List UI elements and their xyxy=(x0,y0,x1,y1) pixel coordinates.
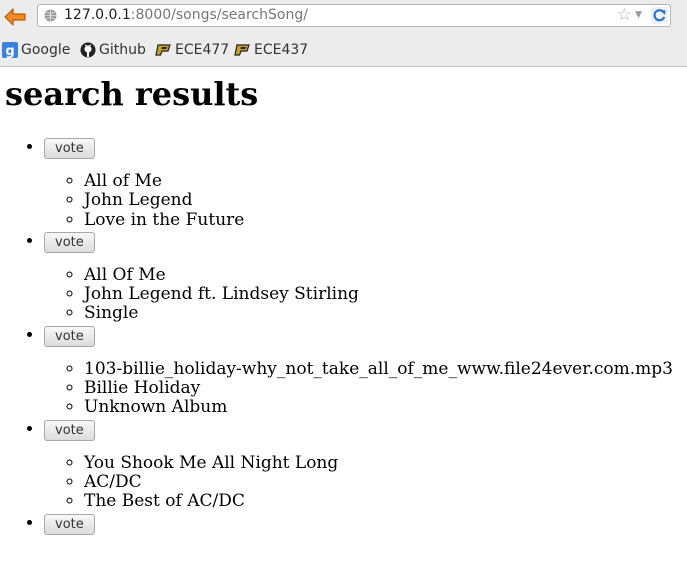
purdue-icon xyxy=(234,44,251,56)
result-item: vote xyxy=(44,512,673,535)
result-item: vote All Of Me John Legend ft. Lindsey S… xyxy=(44,230,673,324)
result-item: vote All of Me John Legend Love in the F… xyxy=(44,136,673,230)
bookmark-label: Google xyxy=(21,42,71,58)
bookmark-google[interactable]: g Google xyxy=(2,42,70,58)
globe-icon xyxy=(44,9,57,22)
bookmark-label: ECE437 xyxy=(254,42,309,58)
purdue-icon xyxy=(155,44,172,56)
song-album: Love in the Future xyxy=(84,210,673,230)
results-list: vote All of Me John Legend Love in the F… xyxy=(0,136,673,535)
browser-toolbar: 127.0.0.1:8000/songs/searchSong/ ☆ ▼ xyxy=(0,0,687,34)
song-title: All Of Me xyxy=(84,265,673,285)
song-title: 103-billie_holiday-why_not_take_all_of_m… xyxy=(84,359,673,379)
song-artist: John Legend xyxy=(84,190,673,210)
song-artist: Billie Holiday xyxy=(84,378,673,398)
vote-button[interactable]: vote xyxy=(44,419,95,441)
bookmark-label: Github xyxy=(99,42,146,58)
song-info-list: You Shook Me All Night Long AC/DC The Be… xyxy=(44,453,673,512)
address-bar[interactable]: 127.0.0.1:8000/songs/searchSong/ ☆ ▼ xyxy=(37,4,671,27)
svg-text:g: g xyxy=(5,44,14,58)
star-icon[interactable]: ☆ xyxy=(617,5,632,26)
result-item: vote You Shook Me All Night Long AC/DC T… xyxy=(44,418,673,512)
chevron-down-icon[interactable]: ▼ xyxy=(635,5,642,26)
url-path: :8000/songs/searchSong/ xyxy=(130,7,308,23)
bookmark-github[interactable]: Github xyxy=(80,42,146,58)
back-button[interactable] xyxy=(2,6,28,28)
bookmark-ece437[interactable]: ECE437 xyxy=(234,42,308,58)
github-icon xyxy=(80,42,96,58)
back-arrow-icon xyxy=(4,8,26,26)
song-info-list: All Of Me John Legend ft. Lindsey Stirli… xyxy=(44,265,673,324)
song-album: The Best of AC/DC xyxy=(84,491,673,511)
bookmark-ece477[interactable]: ECE477 xyxy=(155,42,229,58)
vote-button[interactable]: vote xyxy=(44,138,95,159)
vote-button[interactable]: vote xyxy=(44,513,95,535)
vote-button[interactable]: vote xyxy=(44,325,95,347)
song-artist: John Legend ft. Lindsey Stirling xyxy=(84,284,673,304)
song-album: Single xyxy=(84,304,673,324)
url-host: 127.0.0.1 xyxy=(64,7,131,23)
song-title: You Shook Me All Night Long xyxy=(84,453,673,473)
song-artist: AC/DC xyxy=(84,472,673,492)
bookmarks-bar: g Google Github ECE477 ECE437 xyxy=(0,34,687,67)
result-item: vote 103-billie_holiday-why_not_take_all… xyxy=(44,324,673,418)
page-title: search results xyxy=(5,75,259,113)
vote-button[interactable]: vote xyxy=(44,231,95,253)
song-album: Unknown Album xyxy=(84,398,673,418)
url-text: 127.0.0.1:8000/songs/searchSong/ xyxy=(64,5,308,26)
google-icon: g xyxy=(2,42,18,58)
reload-icon[interactable] xyxy=(651,7,668,24)
song-info-list: All of Me John Legend Love in the Future xyxy=(44,171,673,230)
song-title: All of Me xyxy=(84,171,673,191)
song-info-list: 103-billie_holiday-why_not_take_all_of_m… xyxy=(44,359,673,418)
bookmark-label: ECE477 xyxy=(175,42,230,58)
